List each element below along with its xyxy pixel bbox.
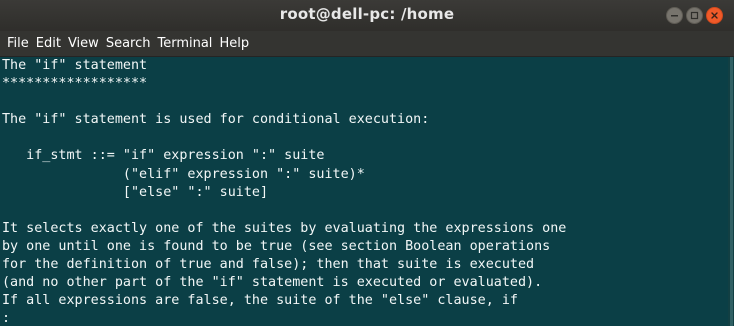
terminal-line: If all expressions are false, the suite … bbox=[2, 293, 518, 309]
terminal-line: ****************** bbox=[2, 76, 148, 92]
minimize-icon bbox=[671, 15, 678, 17]
terminal-line: ("elif" expression ":" suite)* bbox=[2, 166, 365, 182]
window-titlebar[interactable]: root@dell-pc: /home bbox=[0, 0, 734, 31]
terminal-line: The "if" statement is used for condition… bbox=[2, 112, 430, 128]
close-button[interactable] bbox=[706, 7, 723, 24]
terminal-window: root@dell-pc: /home File Edit View Searc… bbox=[0, 0, 734, 326]
maximize-button[interactable] bbox=[686, 7, 703, 24]
pager-prompt: : bbox=[2, 311, 11, 326]
menu-file[interactable]: File bbox=[6, 35, 35, 53]
terminal-line: ["else" ":" suite] bbox=[2, 184, 269, 200]
menu-edit[interactable]: Edit bbox=[35, 35, 67, 53]
menu-help[interactable]: Help bbox=[218, 35, 255, 53]
terminal-scrollbar[interactable] bbox=[728, 57, 734, 326]
terminal-line: for the definition of true and false); t… bbox=[2, 257, 535, 273]
terminal-line: by one until one is found to be true (se… bbox=[2, 238, 551, 254]
menu-terminal[interactable]: Terminal bbox=[156, 35, 218, 53]
maximize-icon bbox=[690, 11, 699, 20]
menu-items: File Edit View Search Terminal Help bbox=[6, 35, 255, 53]
menu-bar: File Edit View Search Terminal Help bbox=[0, 31, 734, 57]
terminal-line: The "if" statement bbox=[2, 58, 148, 73]
terminal-line: It selects exactly one of the suites by … bbox=[2, 220, 567, 236]
window-controls bbox=[666, 7, 723, 24]
terminal-output[interactable]: The "if" statement ****************** Th… bbox=[0, 57, 734, 326]
close-icon bbox=[711, 12, 718, 19]
scrollbar-thumb[interactable] bbox=[730, 57, 733, 326]
menu-view[interactable]: View bbox=[67, 35, 105, 53]
window-title: root@dell-pc: /home bbox=[279, 5, 455, 23]
terminal-line: (and no other part of the "if" statement… bbox=[2, 275, 543, 291]
terminal-line: if_stmt ::= "if" expression ":" suite bbox=[2, 148, 325, 164]
minimize-button[interactable] bbox=[666, 7, 683, 24]
menu-search[interactable]: Search bbox=[105, 35, 157, 53]
terminal-text: The "if" statement ****************** Th… bbox=[2, 57, 566, 326]
